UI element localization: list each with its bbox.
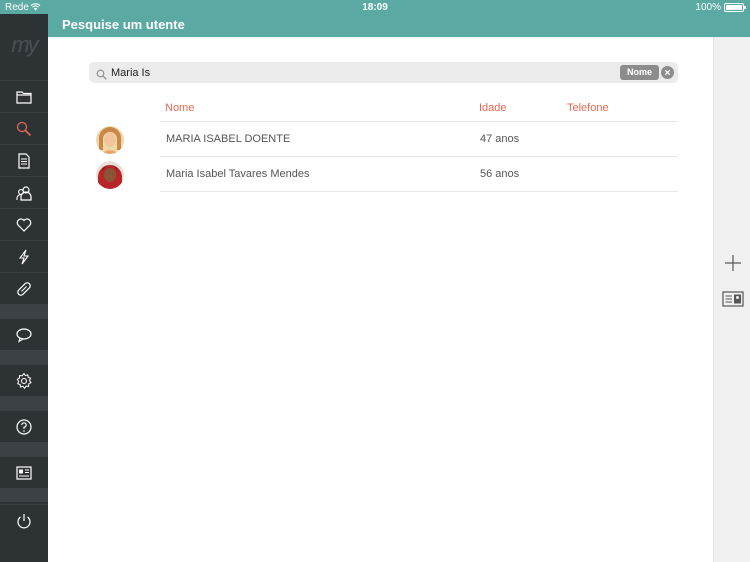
patient-name: MARIA ISABEL DOENTE xyxy=(166,133,291,145)
search-icon[interactable] xyxy=(0,112,48,144)
sidebar-divider xyxy=(0,350,48,364)
document-icon[interactable] xyxy=(0,144,48,176)
search-bar: Nome xyxy=(89,62,678,83)
sidebar-divider xyxy=(0,488,48,502)
power-icon[interactable] xyxy=(0,504,48,536)
results-table-header: Nome Idade Telefone xyxy=(160,100,678,122)
avatar xyxy=(96,161,124,189)
chat-bubble-icon[interactable] xyxy=(0,318,48,350)
app-logo: my xyxy=(11,32,38,57)
heart-icon[interactable] xyxy=(0,208,48,240)
sidebar: my xyxy=(0,14,48,562)
plus-icon[interactable] xyxy=(721,251,745,275)
sidebar-divider xyxy=(0,442,48,456)
battery-indicator: 100% xyxy=(695,2,746,13)
battery-label: 100% xyxy=(695,2,721,13)
help-icon[interactable] xyxy=(0,410,48,442)
clock: 18:09 xyxy=(362,2,388,13)
search-input[interactable] xyxy=(111,62,591,83)
table-row[interactable]: MARIA ISABEL DOENTE 47 anos xyxy=(160,122,678,157)
sidebar-divider xyxy=(0,396,48,410)
sidebar-divider xyxy=(0,304,48,318)
column-header-age[interactable]: Idade xyxy=(479,102,507,114)
clear-search-button[interactable] xyxy=(661,66,674,79)
avatar xyxy=(96,126,124,154)
search-icon xyxy=(96,67,107,80)
search-scope-chip[interactable]: Nome xyxy=(620,65,660,80)
patient-name: Maria Isabel Tavares Mendes xyxy=(166,168,310,180)
lightning-icon[interactable] xyxy=(0,240,48,272)
close-icon xyxy=(664,69,671,76)
column-header-phone[interactable]: Telefone xyxy=(567,102,609,114)
patient-age: 47 anos xyxy=(480,133,520,145)
right-action-rail xyxy=(713,37,750,562)
gear-icon[interactable] xyxy=(0,364,48,396)
pill-icon[interactable] xyxy=(0,272,48,304)
battery-icon xyxy=(724,3,746,12)
newspaper-icon[interactable] xyxy=(0,456,48,488)
id-card-icon[interactable] xyxy=(721,287,745,311)
status-bar: Rede 18:09 100% xyxy=(0,0,750,14)
users-icon[interactable] xyxy=(0,176,48,208)
table-row[interactable]: Maria Isabel Tavares Mendes 56 anos xyxy=(160,157,678,192)
patient-age: 56 anos xyxy=(480,168,520,180)
page-title: Pesquise um utente xyxy=(62,17,185,32)
column-header-name[interactable]: Nome xyxy=(165,102,194,114)
folder-icon[interactable] xyxy=(0,80,48,112)
